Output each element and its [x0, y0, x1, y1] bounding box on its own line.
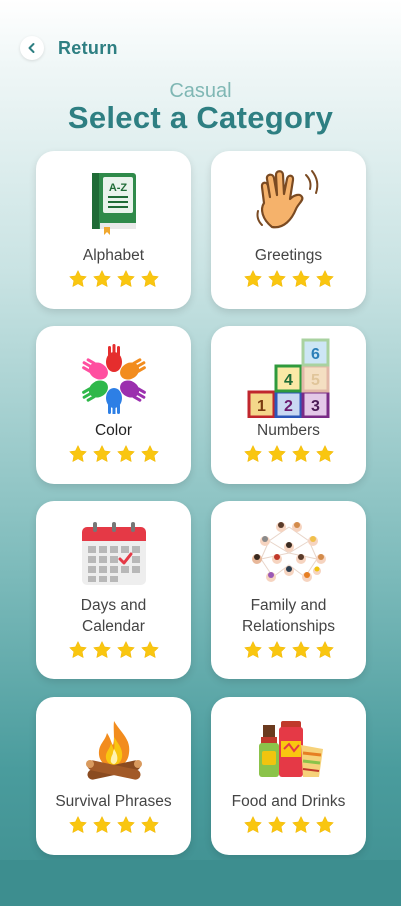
category-label: Alphabet [82, 247, 145, 264]
star-icon [92, 815, 112, 835]
category-card-alphabet[interactable]: A-Z Alphabet [36, 151, 191, 309]
star-icon [92, 640, 112, 660]
block-digit: 3 [311, 398, 320, 415]
category-label: Survival Phrases [55, 793, 172, 810]
category-card-family[interactable]: Family and Relationships [211, 501, 366, 679]
waving-hand-icon [256, 170, 318, 229]
category-card-greetings[interactable]: Greetings [211, 151, 366, 309]
star-rating [211, 640, 366, 660]
star-icon [243, 444, 263, 464]
star-rating [211, 815, 366, 835]
star-icon [68, 444, 88, 464]
block-digit: 4 [284, 372, 293, 389]
star-icon [315, 640, 335, 660]
star-icon [116, 640, 136, 660]
category-card-color[interactable]: Color [36, 326, 191, 484]
colorful-hands-icon [81, 344, 146, 414]
star-icon [140, 640, 160, 660]
star-icon [68, 269, 88, 289]
back-button[interactable] [20, 36, 44, 60]
star-rating [211, 444, 366, 464]
chevron-left-icon [28, 43, 35, 53]
star-icon [116, 815, 136, 835]
snacks-icon [258, 721, 323, 777]
book-icon: A-Z [91, 173, 136, 235]
star-icon [267, 444, 287, 464]
star-icon [291, 640, 311, 660]
star-icon [291, 444, 311, 464]
star-icon [291, 815, 311, 835]
star-icon [140, 269, 160, 289]
star-rating [36, 815, 191, 835]
star-icon [92, 269, 112, 289]
star-icon [315, 444, 335, 464]
category-label: Food and Drinks [231, 793, 346, 810]
category-card-days-calendar[interactable]: Days and Calendar [36, 501, 191, 679]
star-icon [92, 444, 112, 464]
block-digit: 5 [311, 372, 320, 389]
star-rating [211, 269, 366, 289]
star-icon [315, 269, 335, 289]
star-icon [291, 269, 311, 289]
block-digit: 2 [284, 398, 293, 415]
star-icon [243, 640, 263, 660]
star-icon [267, 640, 287, 660]
star-icon [267, 815, 287, 835]
return-link[interactable]: Return [58, 38, 118, 59]
bottom-band [0, 860, 401, 906]
category-label: Greetings [254, 247, 323, 264]
family-network-icon [251, 522, 326, 582]
category-label: Days and Calendar [80, 597, 147, 635]
block-digit: 1 [257, 398, 266, 415]
block-digit: 6 [311, 346, 320, 363]
star-rating [36, 444, 191, 464]
star-icon [68, 640, 88, 660]
category-card-survival[interactable]: Survival Phrases [36, 697, 191, 855]
campfire-icon [85, 721, 142, 780]
star-icon [315, 815, 335, 835]
star-icon [140, 815, 160, 835]
category-label: Family and Relationships [241, 597, 336, 635]
star-icon [116, 444, 136, 464]
star-icon [243, 269, 263, 289]
book-cover-text: A-Z [108, 182, 127, 194]
star-icon [267, 269, 287, 289]
star-rating [36, 269, 191, 289]
star-icon [68, 815, 88, 835]
star-icon [140, 444, 160, 464]
category-label: Color [94, 422, 133, 439]
page-title: Select a Category [67, 100, 334, 135]
number-blocks-icon: 1 2 3 4 5 6 [247, 338, 329, 418]
category-card-numbers[interactable]: 1 2 3 4 5 6 Numbers [211, 326, 366, 484]
top-bar: Return [20, 36, 118, 60]
calendar-icon [81, 522, 146, 585]
star-icon [243, 815, 263, 835]
category-label: Numbers [257, 422, 320, 439]
category-card-food[interactable]: Food and Drinks [211, 697, 366, 855]
star-rating [36, 640, 191, 660]
star-icon [116, 269, 136, 289]
